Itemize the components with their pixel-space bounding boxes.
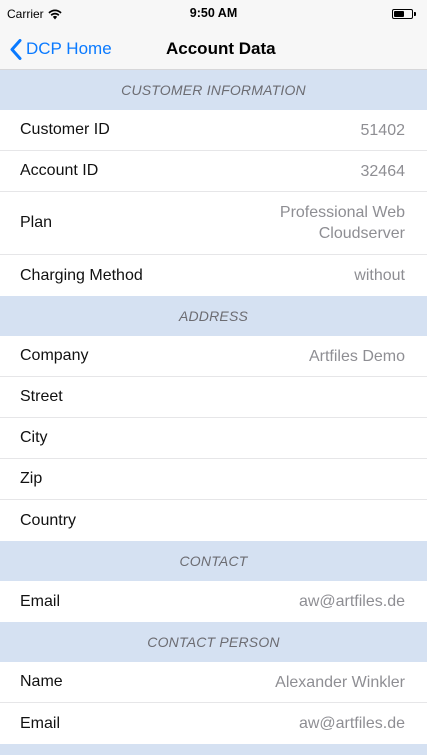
section-header-customer-information: CUSTOMER INFORMATION — [0, 70, 427, 110]
row-charging-method: Charging Method without — [0, 255, 427, 296]
navigation-bar: DCP Home Account Data — [0, 28, 427, 70]
battery-tip — [414, 12, 416, 16]
plan-value-line-1: Professional Web — [279, 204, 405, 221]
screen: Carrier 9:50 AM DCP Home Account Data CU… — [0, 0, 427, 755]
row-value: Professional Web Cloudserver — [280, 202, 405, 244]
plan-value-line-2: Cloudserver — [318, 225, 405, 242]
row-country: Country — [0, 500, 427, 541]
row-account-id: Account ID 32464 — [0, 151, 427, 192]
battery-icon — [392, 9, 416, 19]
account-data-list[interactable]: CUSTOMER INFORMATION Customer ID 51402 A… — [0, 70, 427, 755]
row-zip: Zip — [0, 459, 427, 500]
row-label: Street — [20, 388, 63, 405]
battery-level — [394, 11, 405, 17]
row-label: Company — [20, 347, 89, 364]
row-label: Email — [20, 714, 61, 732]
row-value: Artfiles Demo — [308, 347, 405, 365]
page-title: Account Data — [166, 39, 276, 58]
row-plan: Plan Professional Web Cloudserver — [0, 192, 427, 255]
row-contact-person-name: Name Alexander Winkler — [0, 662, 427, 703]
row-label: City — [20, 429, 48, 446]
section-header-address: ADDRESS — [0, 296, 427, 336]
section-header-contact-person: CONTACT PERSON — [0, 622, 427, 662]
row-label: Zip — [20, 470, 43, 487]
row-city: City — [0, 418, 427, 459]
row-label: Country — [20, 511, 77, 529]
row-label: Name — [20, 673, 63, 690]
row-company: Company Artfiles Demo — [0, 336, 427, 377]
row-value: 51402 — [360, 121, 406, 139]
row-label: Customer ID — [20, 121, 110, 138]
section-header-contact: CONTACT — [0, 541, 427, 581]
row-value: 32464 — [360, 162, 406, 180]
status-bar: Carrier 9:50 AM — [0, 0, 427, 28]
row-street: Street — [0, 377, 427, 418]
row-value: Alexander Winkler — [275, 673, 405, 691]
status-time: 9:50 AM — [189, 6, 238, 20]
back-button-label: DCP Home — [26, 39, 112, 58]
row-value: aw@artfiles.de — [298, 715, 405, 732]
row-label: Plan — [20, 214, 53, 231]
section-footer — [0, 744, 427, 755]
back-button[interactable]: DCP Home — [10, 28, 112, 70]
row-value: aw@artfiles.de — [298, 593, 405, 610]
chevron-left-icon — [10, 38, 22, 60]
row-label: Account ID — [20, 162, 99, 179]
row-label: Email — [20, 592, 61, 610]
row-contact-email: Email aw@artfiles.de — [0, 581, 427, 622]
row-customer-id: Customer ID 51402 — [0, 110, 427, 151]
row-contact-person-email: Email aw@artfiles.de — [0, 703, 427, 744]
row-value: without — [354, 267, 405, 284]
row-label: Charging Method — [20, 266, 143, 284]
